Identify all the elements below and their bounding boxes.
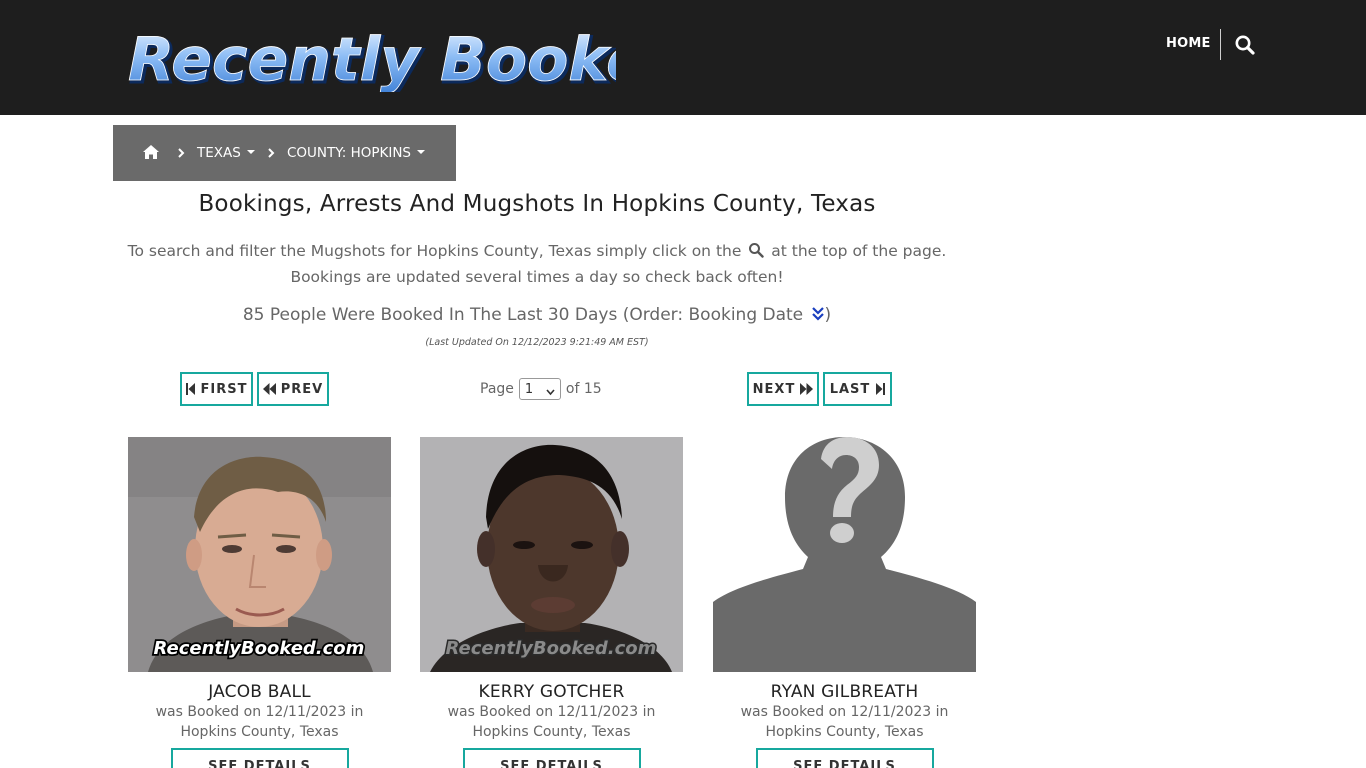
chevron-right-icon — [266, 145, 276, 159]
site-logo[interactable]: Recently Booked Recently Booked — [126, 20, 616, 92]
first-page-label: FIRST — [200, 381, 248, 397]
next-page-button[interactable]: NEXT — [747, 372, 819, 406]
booking-date-text: was Booked on 12/11/2023 in — [740, 704, 949, 720]
last-updated: (Last Updated On 12/12/2023 9:21:49 AM E… — [425, 337, 649, 348]
last-page-button[interactable]: LAST — [823, 372, 892, 406]
site-header: Recently Booked Recently Booked HOME — [0, 0, 1366, 115]
breadcrumb-county-label: COUNTY: HOPKINS — [287, 145, 411, 161]
see-details-button[interactable]: SEE DETAILS — [755, 748, 934, 768]
booking-count-text: 85 People Were Booked In The Last 30 Day… — [242, 305, 804, 325]
double-chevron-down-icon[interactable] — [811, 306, 825, 322]
booking-location-text: Hopkins County, Texas — [472, 724, 631, 740]
chevron-down-icon — [546, 385, 555, 396]
intro-text: To search and filter the Mugshots for Ho… — [113, 238, 961, 290]
breadcrumb: TEXAS COUNTY: HOPKINS — [113, 125, 456, 181]
last-page-label: LAST — [829, 381, 871, 397]
prev-page-button[interactable]: PREV — [257, 372, 329, 406]
booking-location-text: Hopkins County, Texas — [765, 724, 924, 740]
breadcrumb-state-label: TEXAS — [197, 145, 241, 161]
page-label: Page — [480, 381, 514, 397]
next-page-label: NEXT — [752, 381, 796, 397]
breadcrumb-state[interactable]: TEXAS — [197, 145, 255, 161]
booking-count: 85 People Were Booked In The Last 30 Day… — [113, 305, 961, 325]
forward-icon — [800, 383, 814, 395]
intro-line1-after: at the top of the page. — [771, 242, 947, 260]
search-icon[interactable] — [1234, 34, 1256, 56]
no-photo-placeholder-icon[interactable] — [713, 437, 976, 672]
breadcrumb-county[interactable]: COUNTY: HOPKINS — [287, 145, 425, 161]
logo-text: Recently Booked — [128, 25, 616, 92]
booking-card: RYAN GILBREATH was Booked on 12/11/2023 … — [713, 437, 976, 768]
see-details-button[interactable]: SEE DETAILS — [462, 748, 641, 768]
watermark-text: RecentlyBooked.com — [446, 638, 657, 659]
booking-card: RecentlyBooked.com JACOB BALL was Booked… — [128, 437, 391, 768]
booking-location-text: Hopkins County, Texas — [180, 724, 339, 740]
mugshot-photo[interactable]: RecentlyBooked.com — [420, 437, 683, 672]
watermark-text: RecentlyBooked.com — [154, 638, 365, 659]
booking-date-text: was Booked on 12/11/2023 in — [447, 704, 656, 720]
prev-page-label: PREV — [280, 381, 324, 397]
page-indicator: Page 1 of 15 — [480, 377, 602, 401]
page-select[interactable]: 1 — [518, 378, 561, 400]
booking-count-close: ) — [824, 305, 832, 325]
step-forward-icon — [876, 383, 886, 395]
booking-card: RecentlyBooked.com KERRY GOTCHER was Boo… — [420, 437, 683, 768]
home-icon[interactable] — [142, 144, 160, 160]
backward-icon — [262, 383, 276, 395]
see-details-button[interactable]: SEE DETAILS — [170, 748, 349, 768]
first-page-button[interactable]: FIRST — [180, 372, 253, 406]
caret-down-icon — [417, 150, 425, 154]
page-total: of 15 — [565, 381, 602, 397]
person-name[interactable]: KERRY GOTCHER — [420, 682, 683, 702]
caret-down-icon — [246, 150, 255, 154]
step-backward-icon — [185, 383, 195, 395]
person-name[interactable]: JACOB BALL — [128, 682, 391, 702]
intro-line2: Bookings are updated several times a day… — [290, 268, 784, 286]
chevron-right-icon — [176, 145, 186, 159]
nav-divider — [1220, 29, 1221, 60]
person-name[interactable]: RYAN GILBREATH — [713, 682, 976, 702]
nav-home-link[interactable]: HOME — [1166, 36, 1211, 51]
booking-date-text: was Booked on 12/11/2023 in — [155, 704, 364, 720]
page-title: Bookings, Arrests And Mugshots In Hopkin… — [198, 191, 876, 217]
page-select-value: 1 — [524, 381, 534, 397]
intro-line1-before: To search and filter the Mugshots for Ho… — [127, 242, 742, 260]
search-icon — [748, 240, 765, 258]
mugshot-photo[interactable]: RecentlyBooked.com — [128, 437, 391, 672]
